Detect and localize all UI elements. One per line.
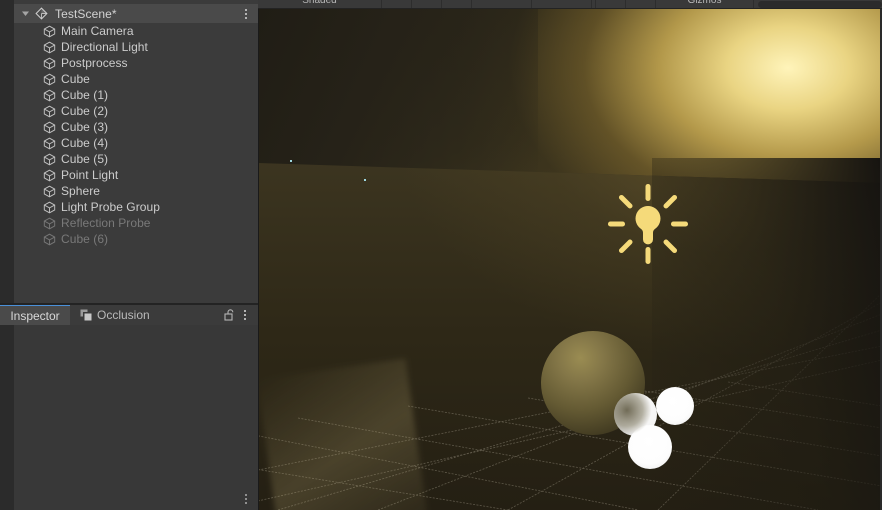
tab-occlusion[interactable]: Occlusion [70,305,170,325]
hierarchy-item-label: Cube (4) [61,136,109,150]
light-probe-a-shading [614,393,657,436]
gameobject-cube-icon [42,104,57,119]
gameobject-cube-icon [42,168,57,183]
gizmos-label: Gizmos [687,0,722,6]
draw-mode-dropdown[interactable]: Shaded [258,0,382,8]
left-dock-column: TestScene* Main Camera Directional Light P… [0,0,258,510]
gameobject-cube-icon [42,200,57,215]
hierarchy-item-label: Main Camera [61,24,134,38]
gameobject-cube-icon [42,232,57,247]
inspector-tab-bar: Inspector Occlusion [0,305,258,325]
hierarchy-item-label: Point Light [61,168,119,182]
hierarchy-item-label: Cube (3) [61,120,109,134]
unity-editor-window: TestScene* Main Camera Directional Light P… [0,0,882,510]
hierarchy-item-label: Postprocess [61,56,128,70]
hierarchy-scene-row[interactable]: TestScene* [14,4,258,23]
hierarchy-item[interactable]: Cube (5) [14,151,258,167]
gameobject-cube-icon [42,56,57,71]
hierarchy-item-label: Cube (6) [61,232,109,246]
tab-inspector[interactable]: Inspector [0,305,70,325]
gameobject-cube-icon [42,184,57,199]
hierarchy-item-label: Directional Light [61,40,148,54]
hierarchy-item-label: Cube (2) [61,104,109,118]
scene-left-border [258,8,259,510]
occlusion-squares-icon [79,309,92,322]
toggle-lighting-button[interactable] [412,0,442,8]
hierarchy-item[interactable]: Cube (3) [14,119,258,135]
inspector-kebab-menu-icon[interactable] [240,309,250,322]
hierarchy-panel: TestScene* Main Camera Directional Light P… [0,0,258,303]
toggle-2d-button[interactable] [382,0,412,8]
hierarchy-item-label: Cube (1) [61,88,109,102]
toggle-audio-button[interactable] [442,0,472,8]
gameobject-cube-icon [42,24,57,39]
light-probe-dot [290,160,292,162]
hierarchy-kebab-menu-icon[interactable] [240,7,252,21]
inspector-gutter [0,325,14,510]
scene-view-grid-button[interactable] [626,0,656,8]
scene-search-input[interactable] [758,1,882,8]
gameobject-cube-icon [42,72,57,87]
gameobject-cube-icon [42,40,57,55]
hierarchy-item[interactable]: Cube [14,71,258,87]
scene-light-streak [258,358,434,510]
gameobject-cube-icon [42,152,57,167]
inspector-tab-tools [224,305,256,325]
hierarchy-item[interactable]: Sphere [14,183,258,199]
hierarchy-item-label: Reflection Probe [61,216,151,230]
hierarchy-item[interactable]: Cube (1) [14,87,258,103]
triangle-down-icon[interactable] [18,9,32,18]
inspector-body [0,325,258,510]
gameobject-cube-icon [42,88,57,103]
effects-dropdown[interactable] [472,0,532,8]
scene-view-panel: Shaded Gizmos [258,0,882,510]
scene-object-light-probe-b[interactable] [656,387,694,425]
hierarchy-item[interactable]: Directional Light [14,39,258,55]
scene-visibility-button[interactable] [532,0,592,8]
scene-render-area[interactable] [258,8,882,510]
hierarchy-item-label: Cube [61,72,90,86]
inspector-footer-kebab-menu-icon[interactable] [240,492,252,506]
hierarchy-item[interactable]: Cube (4) [14,135,258,151]
hierarchy-item-label: Sphere [61,184,100,198]
camera-settings-button[interactable] [596,0,626,8]
hierarchy-item[interactable]: Reflection Probe [14,215,258,231]
scene-view-toolbar: Shaded Gizmos [258,0,882,9]
lock-open-icon[interactable] [224,309,235,322]
hierarchy-item[interactable]: Postprocess [14,55,258,71]
gameobject-cube-icon [42,216,57,231]
hierarchy-scene-name: TestScene* [55,6,117,21]
hierarchy-gameobject-list: Main Camera Directional Light Postprocess C… [14,23,258,247]
hierarchy-item-label: Cube (5) [61,152,109,166]
hierarchy-item[interactable]: Main Camera [14,23,258,39]
tab-inspector-label: Inspector [10,308,60,323]
draw-mode-label: Shaded [302,0,337,6]
tab-occlusion-label: Occlusion [97,308,150,322]
gameobject-cube-icon [42,120,57,135]
hierarchy-item[interactable]: Point Light [14,167,258,183]
hierarchy-gutter [0,0,14,303]
hierarchy-item[interactable]: Cube (6) [14,231,258,247]
light-probe-dot [364,179,366,181]
gizmos-dropdown[interactable]: Gizmos [656,0,754,8]
scene-dark-corner [258,8,538,188]
gameobject-cube-icon [42,136,57,151]
hierarchy-item[interactable]: Light Probe Group [14,199,258,215]
hierarchy-item[interactable]: Cube (2) [14,103,258,119]
unity-scene-icon [33,7,50,20]
point-light-gizmo-icon[interactable] [606,182,690,266]
hierarchy-item-label: Light Probe Group [61,200,160,214]
